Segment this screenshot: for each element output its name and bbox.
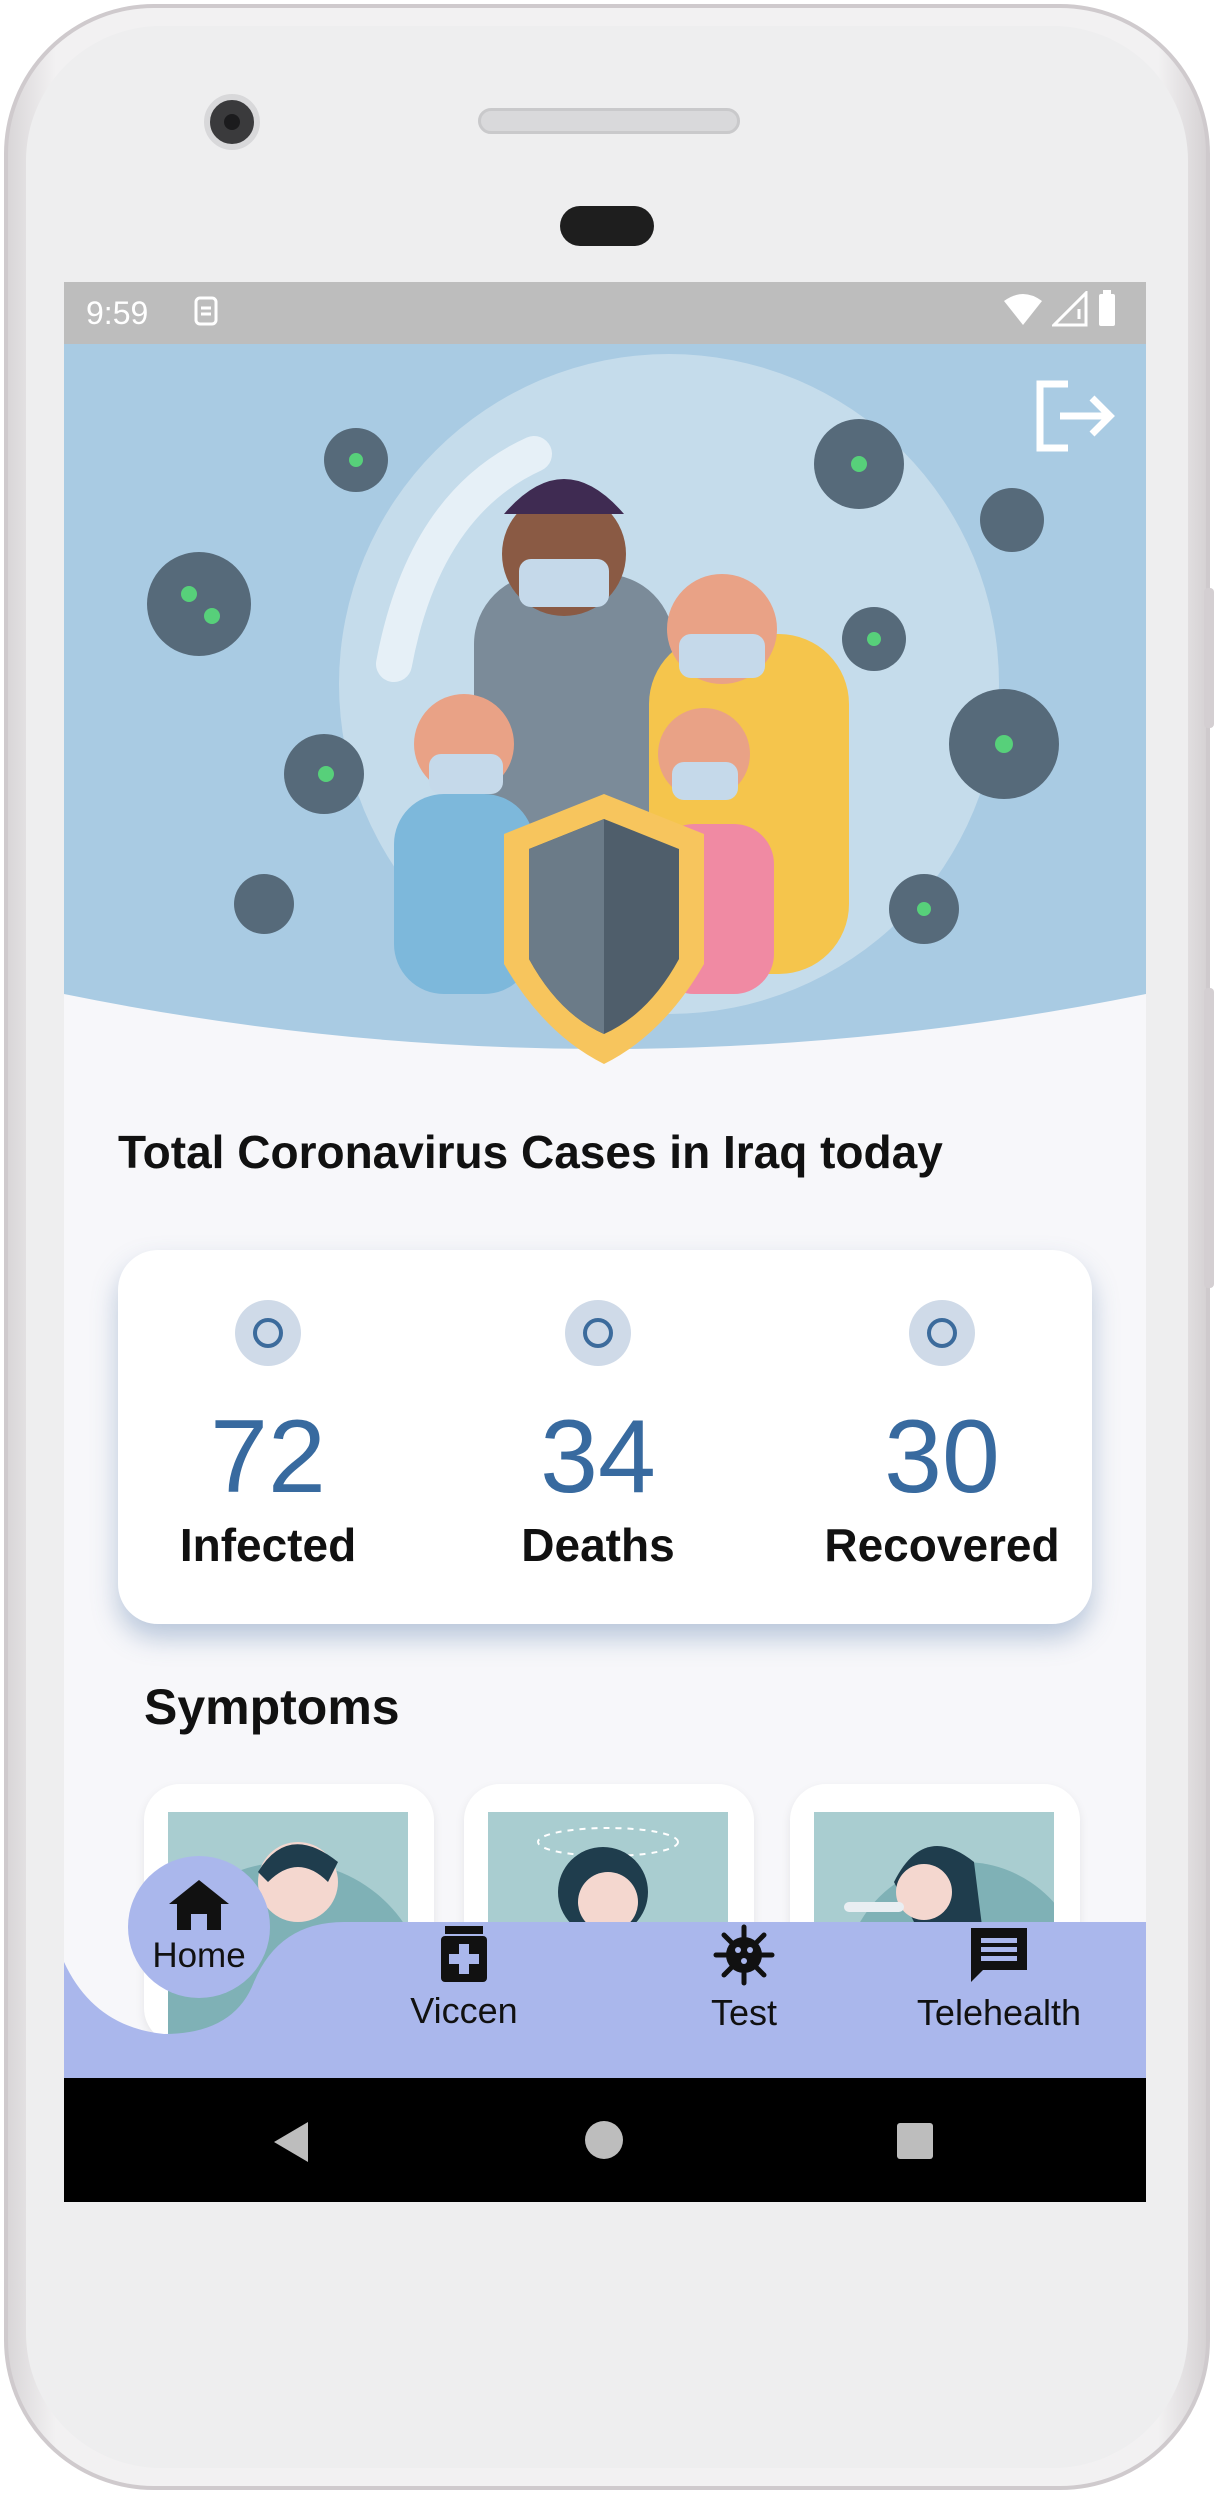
- home-icon: [169, 1880, 229, 1930]
- stat-deaths: 34 Deaths: [448, 1250, 748, 1624]
- battery-icon: [1099, 290, 1115, 326]
- nav-home-label: Home: [152, 1936, 246, 1975]
- recents-icon[interactable]: [896, 2122, 934, 2160]
- stat-indicator-icon: [909, 1300, 975, 1366]
- system-nav-bar: [64, 2078, 1146, 2202]
- page-title: Total Coronavirus Cases in Iraq today: [118, 1126, 943, 1178]
- nav-test[interactable]: Test: [684, 1924, 804, 2034]
- stat-recovered: 30 Recovered: [792, 1250, 1092, 1624]
- virus-icon: [713, 1924, 775, 1986]
- status-time: 9:59: [86, 295, 149, 331]
- app-screen: 9:59 Total Coronavirus Cases in Iraq tod…: [64, 282, 1146, 2202]
- earpiece-speaker: [478, 108, 740, 134]
- stat-indicator-icon: [565, 1300, 631, 1366]
- stat-label: Deaths: [521, 1519, 675, 1571]
- home-circle-icon[interactable]: [584, 2120, 624, 2160]
- signal-icon: [1052, 291, 1088, 327]
- chat-icon: [971, 1928, 1027, 1982]
- stat-value: 30: [884, 1399, 1000, 1515]
- stat-label: Recovered: [824, 1519, 1060, 1571]
- stat-indicator-icon: [235, 1300, 301, 1366]
- nav-telehealth[interactable]: Telehealth: [904, 1924, 1094, 2034]
- nav-home[interactable]: Home: [128, 1856, 270, 1998]
- family-protection-illustration: [64, 344, 1146, 1064]
- proximity-sensor: [560, 206, 654, 246]
- sim-icon: [194, 296, 218, 326]
- nav-test-label: Test: [710, 1992, 778, 2033]
- stats-card: 72 Infected 34 Deaths 30 Recovered: [118, 1250, 1092, 1624]
- logout-icon[interactable]: [1030, 376, 1116, 456]
- stat-value: 72: [210, 1399, 326, 1515]
- medicine-icon: [441, 1926, 487, 1982]
- symptoms-heading: Symptoms: [144, 1679, 400, 1735]
- stat-value: 34: [540, 1399, 656, 1515]
- front-camera: [204, 94, 260, 150]
- nav-telehealth-label: Telehealth: [916, 1992, 1082, 2033]
- power-button: [1204, 988, 1214, 1288]
- hero-illustration: [64, 344, 1146, 1064]
- status-bar: 9:59: [64, 282, 1146, 344]
- nav-viccen-label: Viccen: [410, 1990, 518, 2031]
- wifi-icon: [1004, 294, 1042, 325]
- nav-viccen[interactable]: Viccen: [394, 1924, 534, 2032]
- back-icon[interactable]: [272, 2120, 312, 2164]
- stat-label: Infected: [179, 1519, 357, 1571]
- stat-infected: 72 Infected: [118, 1250, 418, 1624]
- volume-button: [1204, 588, 1214, 728]
